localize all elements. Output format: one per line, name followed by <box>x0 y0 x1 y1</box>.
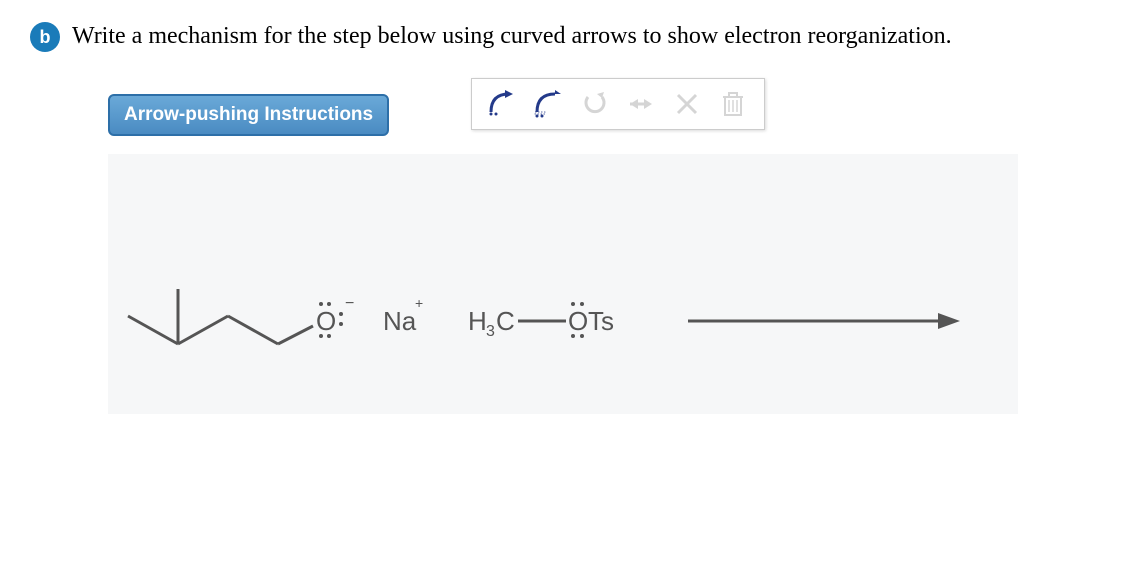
drawing-toolbar <box>471 78 765 130</box>
reaction-canvas[interactable]: O − Na + H 3 C O Ts <box>108 154 1018 414</box>
h3c-sub: 3 <box>486 323 495 340</box>
curved-arrow-full-icon[interactable] <box>486 87 520 121</box>
curved-arrow-half-icon[interactable] <box>532 87 566 121</box>
oxygen-atom: O <box>316 306 336 336</box>
h3c-h: H <box>468 306 487 336</box>
instruction-text: Write a mechanism for the step below usi… <box>72 20 952 54</box>
h3c-c: C <box>496 306 515 336</box>
sodium: Na <box>383 306 417 336</box>
clear-icon <box>670 87 704 121</box>
ots-ts: Ts <box>588 306 614 336</box>
arrow-pushing-instructions-button[interactable]: Arrow-pushing Instructions <box>108 94 389 136</box>
oxygen-charge: − <box>345 295 354 312</box>
part-badge-label: b <box>40 27 51 48</box>
ots-oxygen: O <box>568 306 588 336</box>
sodium-charge: + <box>415 295 423 311</box>
redo-icon <box>624 87 658 121</box>
undo-icon <box>578 87 612 121</box>
part-badge: b <box>30 22 60 52</box>
reaction-scheme: O − Na + H 3 C O Ts <box>108 204 1018 384</box>
trash-icon <box>716 87 750 121</box>
